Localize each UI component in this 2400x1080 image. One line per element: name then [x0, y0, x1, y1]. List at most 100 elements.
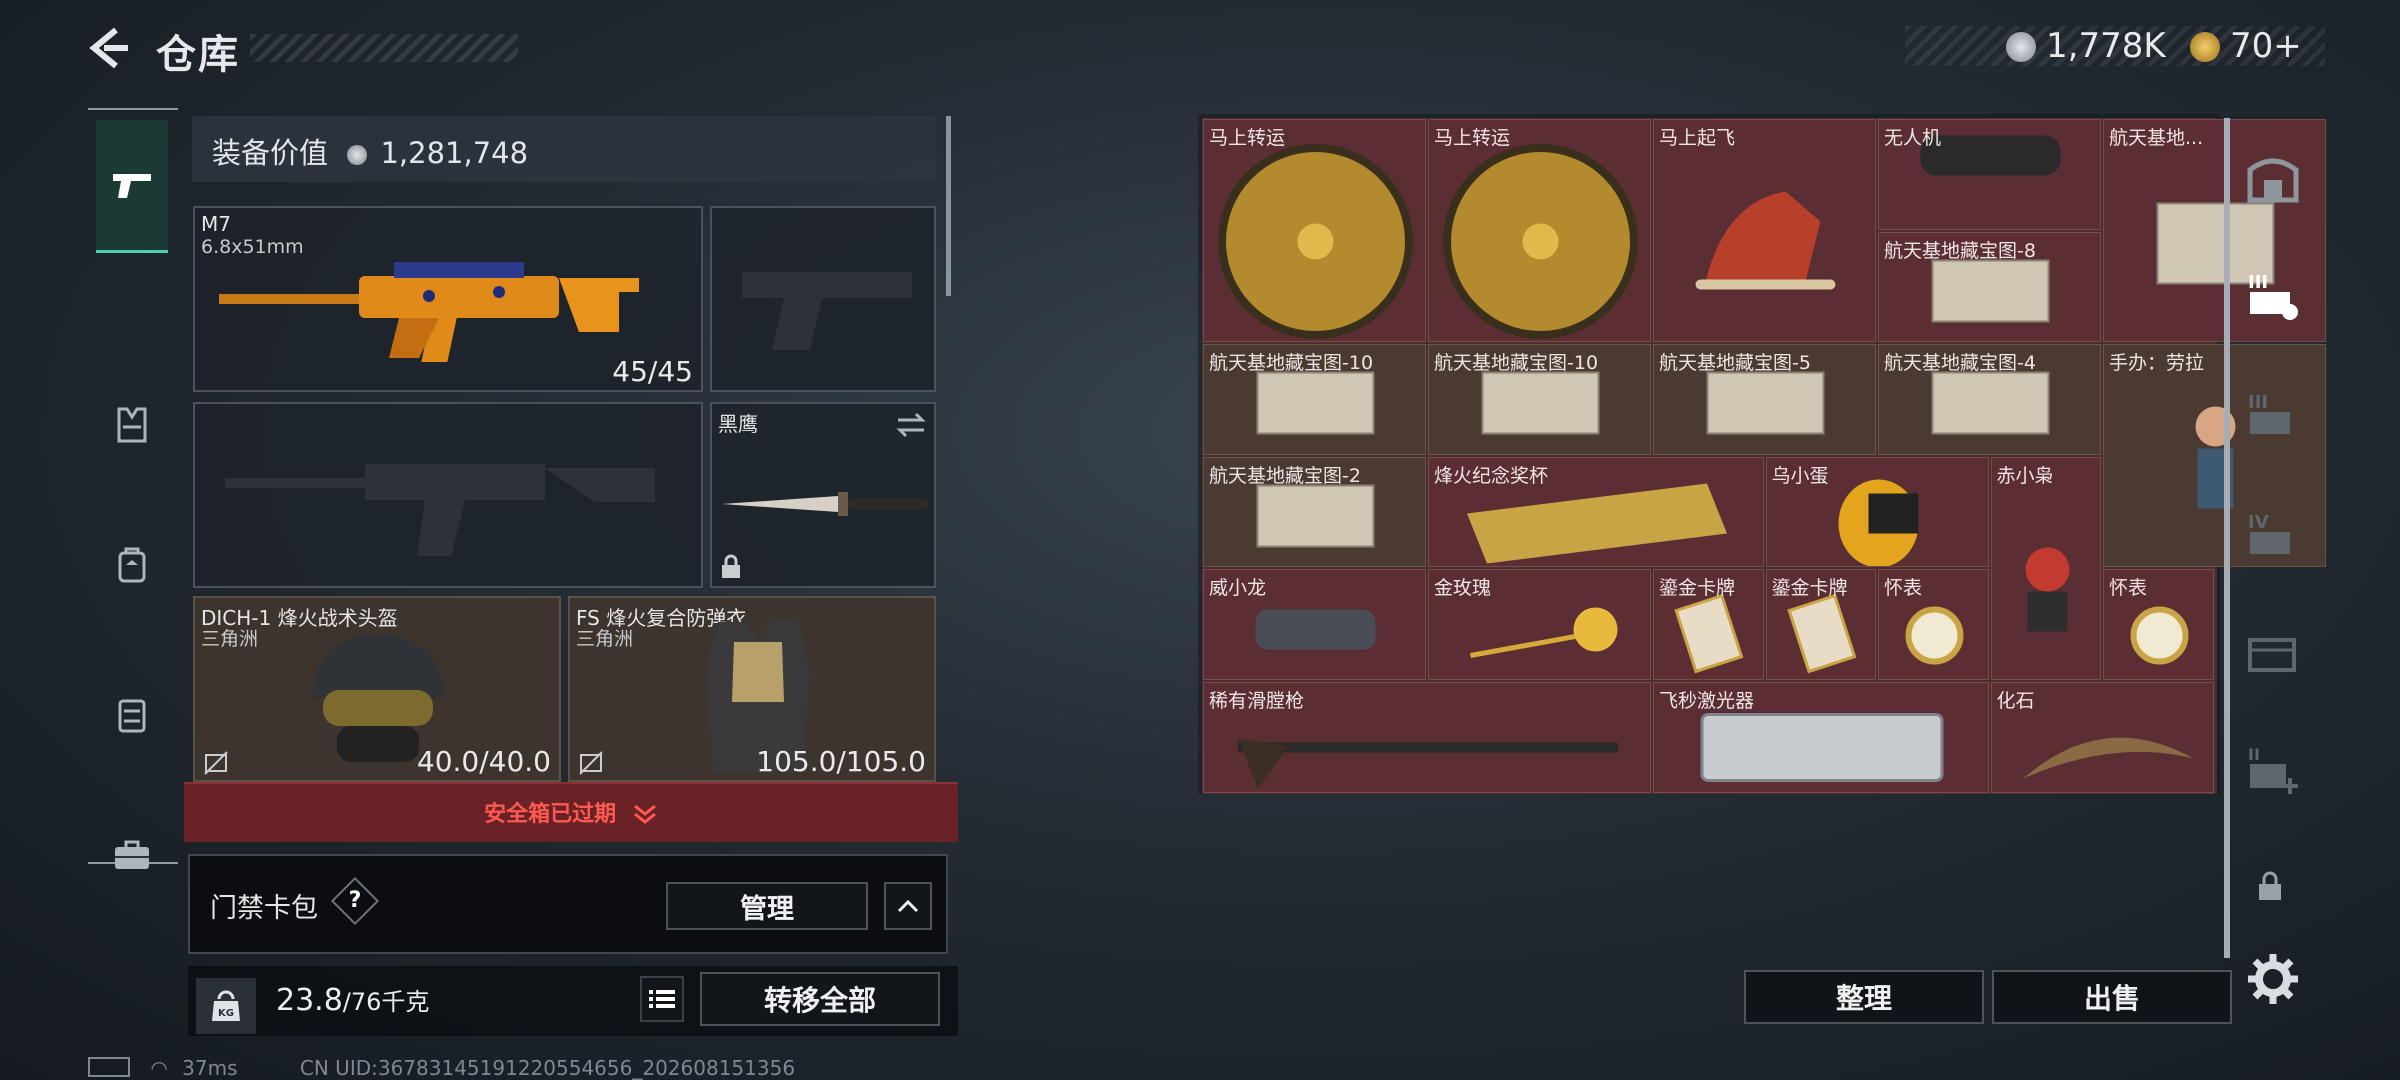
- storage-item-name: 航天基地藏宝图-5: [1659, 352, 1811, 375]
- silver-currency-value: 1,778K: [2046, 26, 2166, 66]
- page-title: 仓库: [156, 32, 240, 78]
- equipment-value-number: 1,281,748: [380, 136, 529, 170]
- equipment-value-label: 装备价值: [212, 136, 329, 170]
- storage-item[interactable]: 怀表: [2103, 569, 2214, 680]
- nav-weapons[interactable]: [96, 120, 168, 253]
- status-bar: ◠ 37ms CN UID:3678314519122055465​6_2026…: [88, 1056, 795, 1080]
- nav-case[interactable]: [96, 810, 168, 900]
- nav-armor[interactable]: [96, 380, 168, 470]
- armor-durability: 105.0/105.0: [756, 745, 926, 778]
- storage-item[interactable]: 稀有滑膛枪: [1203, 682, 1651, 793]
- stash-icon[interactable]: [2244, 150, 2302, 208]
- equipment-value: 装备价值 1,281,748: [212, 130, 528, 172]
- storage-item[interactable]: 鎏金卡牌: [1765, 569, 1876, 680]
- storage-item-name: 航天基地藏宝图-10: [1434, 352, 1599, 375]
- nav-backpack[interactable]: [96, 520, 168, 610]
- transfer-all-button[interactable]: 转移全部: [700, 972, 940, 1026]
- wifi-icon: ◠: [150, 1056, 168, 1080]
- storage-item[interactable]: 马上转运: [1428, 119, 1651, 343]
- weight-icon: KG: [196, 978, 256, 1034]
- category-nav: [88, 108, 178, 869]
- body-armor-slot[interactable]: FS 烽火复合防弹衣 三角洲 105.0/105.0: [568, 596, 936, 782]
- gear-icon[interactable]: [2244, 950, 2302, 1008]
- battery-icon: [88, 1057, 130, 1077]
- storage-item[interactable]: 乌小蛋: [1765, 456, 1989, 568]
- help-icon-label: ?: [348, 888, 362, 913]
- storage-item[interactable]: 航天基地藏宝图-2: [1203, 456, 1426, 568]
- lock-icon: [2259, 871, 2281, 900]
- chevron-up-icon: [897, 899, 919, 913]
- horse-art-icon: [1695, 191, 1836, 290]
- gold-coin-icon: [2190, 32, 2220, 62]
- user-uid: CN UID:3678314519122055465​6_20260815135…: [299, 1056, 796, 1080]
- storage-item-name: 金玫瑰: [1434, 577, 1492, 600]
- storage-item[interactable]: 马上转运: [1203, 119, 1426, 343]
- melee-name: 黑鹰: [718, 412, 758, 436]
- storage-item[interactable]: 烽火纪念奖杯: [1428, 456, 1764, 568]
- silver-coin-icon: [347, 145, 368, 165]
- sell-button[interactable]: 出售: [1992, 970, 2232, 1024]
- back-arrow-icon[interactable]: [86, 26, 130, 70]
- collapse-button[interactable]: [884, 882, 932, 930]
- svg-text:III: III: [2248, 392, 2268, 413]
- keycard-pack-label: 门禁卡包: [210, 893, 318, 924]
- nav-rig[interactable]: [96, 670, 168, 760]
- storage-item[interactable]: 马上起飞: [1653, 119, 1876, 343]
- weapon-ammo-count: 45/45: [612, 355, 693, 388]
- storage-item-name: 威小龙: [1209, 577, 1267, 600]
- storage-item[interactable]: 威小龙: [1203, 569, 1426, 680]
- gold-currency-value[interactable]: 70+: [2230, 26, 2302, 66]
- storage-grid: 马上转运 马上转运 马上起飞 无人机 航天基地... 航天基地藏宝图-8 航天基地藏宝图-1…: [1202, 118, 2326, 794]
- tab-III-icon[interactable]: III: [2244, 266, 2302, 324]
- helmet-source: 三角洲: [201, 628, 259, 650]
- secondary-weapon-slot[interactable]: [193, 402, 703, 588]
- sort-button[interactable]: 整理: [1744, 970, 1984, 1024]
- storage-item[interactable]: 怀表: [1878, 569, 1989, 680]
- storage-item-name: 鎏金卡牌: [1659, 577, 1736, 600]
- lock-icon: [722, 554, 740, 578]
- storage-item[interactable]: 航天基地藏宝图-8: [1878, 231, 2101, 343]
- tab-III-locked-icon[interactable]: III: [2244, 386, 2302, 444]
- storage-item[interactable]: 鎏金卡牌: [1653, 569, 1764, 680]
- rifle-icon: [219, 262, 639, 362]
- tab-add-plus-icon[interactable]: II: [2244, 740, 2302, 798]
- storage-item[interactable]: 航天基地藏宝图-10: [1203, 344, 1426, 455]
- pistol-silhouette-icon: [742, 272, 912, 350]
- kg-badge: KG: [218, 1008, 234, 1019]
- loadout-scrollbar[interactable]: [946, 116, 951, 296]
- storage-item[interactable]: 航天基地藏宝图-10: [1428, 344, 1651, 455]
- vest-icon: [117, 407, 147, 443]
- melee-slot[interactable]: 黑鹰: [710, 402, 936, 588]
- list-icon: [649, 990, 675, 1008]
- storage-item[interactable]: 金玫瑰: [1428, 569, 1651, 680]
- safe-box-expired-text: 安全箱已过期: [184, 796, 958, 828]
- no-insure-icon: [204, 751, 228, 775]
- storage-item-name: 无人机: [1884, 127, 1942, 149]
- storage-item[interactable]: 化石: [1990, 682, 2214, 793]
- primary-weapon-slot[interactable]: M7 6.8x51mm 45/45: [193, 206, 703, 392]
- storage-item-name: 航天基地...: [2109, 127, 2204, 149]
- storage-item[interactable]: 飞秒激光器: [1653, 682, 1989, 793]
- swap-icon[interactable]: [896, 412, 926, 438]
- knife-icon: [722, 492, 928, 516]
- briefcase-icon: [115, 840, 149, 869]
- storage-item[interactable]: 无人机: [1878, 119, 2101, 230]
- manage-button[interactable]: 管理: [666, 882, 868, 930]
- title-decoration: [250, 34, 518, 62]
- storage-item[interactable]: 航天基地藏宝图-5: [1653, 344, 1876, 455]
- weight-max: /76千克: [342, 988, 430, 1016]
- helmet-durability: 40.0/40.0: [416, 745, 551, 778]
- list-view-button[interactable]: [640, 976, 684, 1022]
- sidearm-slot[interactable]: [710, 206, 936, 392]
- safe-box-expired-bar[interactable]: 安全箱已过期: [184, 782, 958, 842]
- tab-IV-icon[interactable]: IV: [2244, 506, 2302, 564]
- storage-scrollbar[interactable]: [2224, 118, 2230, 958]
- weight-current: 23.8: [276, 983, 343, 1018]
- rifle-silhouette-icon: [225, 464, 655, 556]
- storage-item[interactable]: 航天基地藏宝图-4: [1878, 344, 2101, 455]
- storage-item-name: 马上转运: [1434, 127, 1511, 149]
- storage-item-name: 飞秒激光器: [1659, 690, 1755, 712]
- tab-add-icon[interactable]: [2244, 620, 2302, 678]
- storage-item[interactable]: 赤小枭: [1990, 456, 2101, 680]
- helmet-slot[interactable]: DICH-1 烽火战术头盔 三角洲 40.0/40.0: [193, 596, 561, 782]
